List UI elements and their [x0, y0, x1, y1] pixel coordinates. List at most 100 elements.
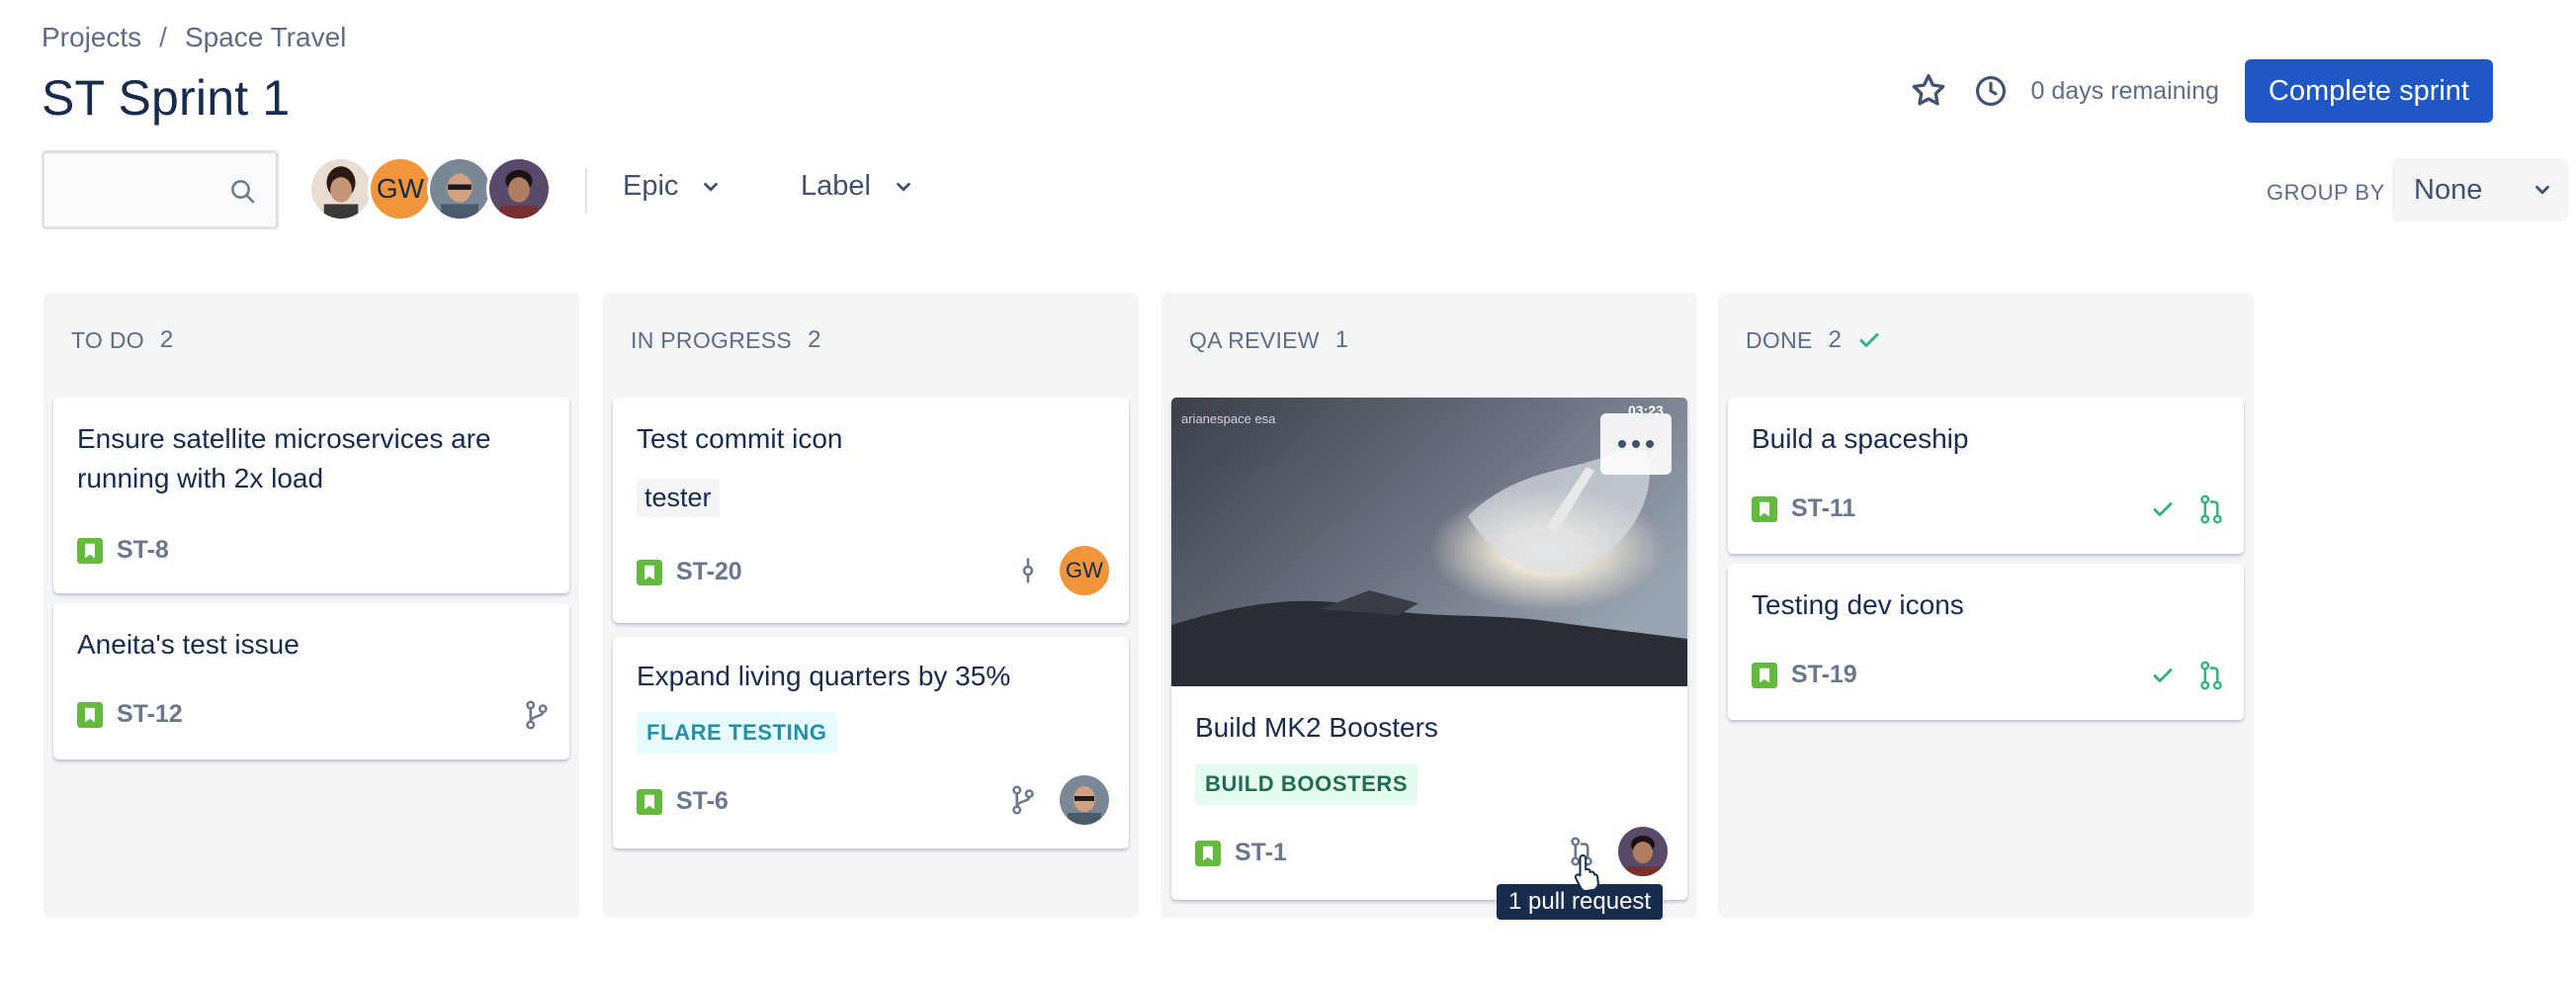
search-icon [231, 180, 255, 204]
column-count: 2 [159, 326, 174, 353]
label-filter-label: Label [801, 170, 871, 202]
card-title: Test commit icon [637, 423, 843, 454]
breadcrumb-projects[interactable]: Projects [42, 22, 141, 53]
column-in-progress: IN PROGRESS 2 Test commit icon tester ST… [603, 293, 1139, 918]
column-name: IN PROGRESS [631, 326, 793, 353]
column-qa-review: QA REVIEW 1 arianespace esa 03:23 Build … [1161, 293, 1697, 918]
more-actions-button[interactable] [1600, 413, 1672, 475]
card-footer: ST-8 [77, 536, 169, 565]
group-by-select[interactable]: None [2392, 158, 2568, 222]
column-header: QA REVIEW 1 [1189, 326, 1348, 354]
chevron-down-icon [2535, 185, 2550, 195]
star-icon[interactable] [1907, 69, 1950, 113]
card-title: Aneita's test issue [77, 629, 300, 660]
column-count: 2 [1828, 326, 1843, 353]
avatar-gw[interactable]: GW [368, 156, 433, 222]
issue-card[interactable]: arianespace esa 03:23 Build MK2 Boosters… [1171, 398, 1687, 900]
complete-sprint-button[interactable]: Complete sprint [2244, 59, 2493, 123]
breadcrumb: Projects / Space Travel [42, 22, 346, 53]
card-title: Build a spaceship [1752, 423, 1969, 454]
column-header: IN PROGRESS 2 [631, 326, 821, 354]
page-title: ST Sprint 1 [42, 70, 291, 126]
card-footer: ST-6 [637, 787, 729, 816]
assignee-avatar[interactable] [1060, 775, 1109, 825]
column-count: 1 [1334, 326, 1349, 353]
story-icon [637, 559, 662, 585]
breadcrumb-space-travel[interactable]: Space Travel [185, 22, 346, 53]
search-input[interactable] [52, 165, 220, 215]
card-footer: ST-12 [77, 700, 183, 729]
story-icon [1195, 840, 1221, 866]
dev-icons [2151, 494, 2224, 524]
card-footer: ST-1 [1195, 839, 1287, 867]
label-chip: tester [637, 479, 720, 517]
pull-request-icon[interactable] [2198, 661, 2224, 690]
story-icon [77, 537, 103, 564]
avatar[interactable] [486, 156, 552, 222]
branch-icon[interactable] [524, 700, 550, 730]
column-header: DONE 2 [1746, 326, 1881, 354]
issue-key[interactable]: ST-20 [676, 558, 742, 586]
card-footer: ST-19 [1752, 661, 1857, 689]
issue-key[interactable]: ST-11 [1791, 494, 1855, 523]
story-icon [637, 788, 662, 815]
dot [1618, 440, 1626, 448]
column-header: TO DO 2 [71, 326, 174, 354]
assignee-avatar[interactable]: GW [1060, 546, 1109, 595]
clock-icon [1972, 72, 2010, 110]
epic-filter[interactable]: Epic [623, 170, 722, 203]
dev-icons [524, 700, 550, 730]
story-icon [1752, 495, 1777, 522]
dot [1646, 440, 1654, 448]
column-name: QA REVIEW [1189, 326, 1320, 353]
story-icon [77, 701, 103, 728]
group-by-value: None [2414, 173, 2483, 206]
epic-chip: BUILD BOOSTERS [1195, 763, 1418, 805]
issue-card[interactable]: Testing dev icons ST-19 [1728, 564, 2244, 720]
epic-chip: FLARE TESTING [637, 712, 837, 754]
chevron-down-icon [704, 182, 719, 191]
filter-divider [585, 168, 587, 214]
sprint-actions: 0 days remaining Complete sprint [1907, 59, 2493, 123]
avatar[interactable] [308, 156, 374, 222]
dev-icons [1010, 775, 1109, 825]
story-icon [1752, 662, 1777, 688]
issue-card[interactable]: Build a spaceship ST-11 [1728, 398, 2244, 554]
assignee-filter-avatars: GW [308, 156, 552, 222]
assignee-avatar[interactable] [1618, 827, 1668, 876]
issue-key[interactable]: ST-1 [1235, 839, 1287, 867]
dev-icons: GW [1020, 546, 1109, 595]
dev-icons [2151, 661, 2224, 690]
check-icon [1859, 333, 1879, 347]
column-name: TO DO [71, 326, 144, 353]
issue-key[interactable]: ST-12 [117, 700, 183, 729]
issue-key[interactable]: ST-6 [676, 787, 729, 816]
column-done: DONE 2 Build a spaceship ST-11 Testing d… [1718, 293, 2254, 918]
column-count: 2 [808, 326, 821, 353]
avatar[interactable] [427, 156, 492, 222]
chevron-down-icon [897, 182, 910, 191]
card-footer: ST-20 [637, 558, 742, 586]
check-icon [2153, 669, 2173, 682]
hand-cursor-icon [1574, 854, 1599, 892]
days-remaining: 0 days remaining [2030, 76, 2219, 105]
dot [1632, 440, 1640, 448]
label-filter[interactable]: Label [801, 170, 914, 203]
issue-card[interactable]: Test commit icon tester ST-20 GW [613, 398, 1129, 623]
issue-card[interactable]: Aneita's test issue ST-12 [53, 603, 569, 759]
commit-icon[interactable] [1020, 556, 1036, 585]
card-title: Ensure satellite microservices are runni… [77, 423, 491, 493]
card-title: Build MK2 Boosters [1195, 712, 1438, 743]
issue-card[interactable]: Ensure satellite microservices are runni… [53, 398, 569, 593]
issue-key[interactable]: ST-8 [117, 536, 169, 565]
check-icon [2153, 502, 2173, 516]
breadcrumb-separator: / [159, 22, 167, 52]
issue-card[interactable]: Expand living quarters by 35% FLARE TEST… [613, 637, 1129, 848]
search-box[interactable] [42, 150, 279, 229]
card-title: Expand living quarters by 35% [637, 661, 1011, 691]
issue-key[interactable]: ST-19 [1791, 661, 1857, 689]
pull-request-icon[interactable] [2198, 494, 2224, 524]
branch-icon[interactable] [1010, 785, 1036, 815]
card-footer: ST-11 [1752, 494, 1855, 523]
epic-filter-label: Epic [623, 170, 679, 202]
